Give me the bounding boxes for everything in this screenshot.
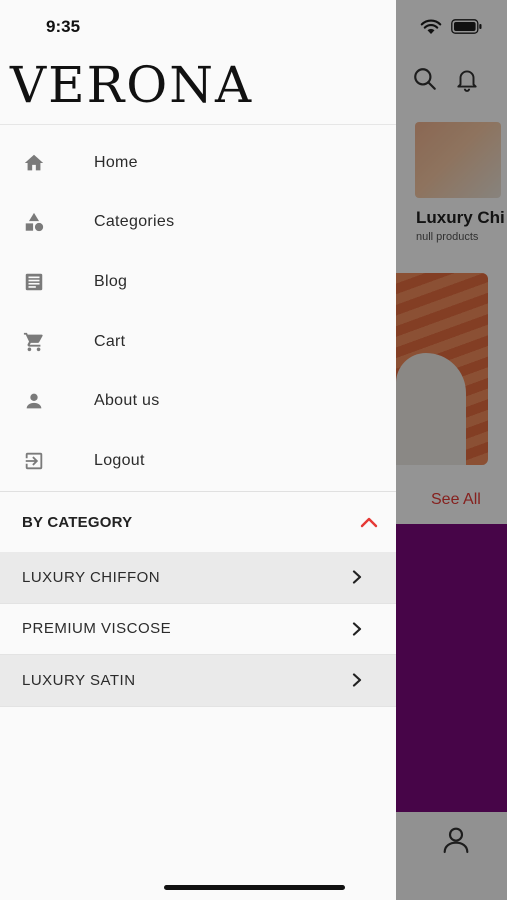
battery-icon — [451, 19, 482, 34]
nav-item-categories[interactable]: Categories — [0, 193, 396, 253]
category-item-luxury-satin[interactable]: LUXURY SATIN — [0, 655, 396, 707]
wifi-icon — [420, 19, 442, 34]
logout-icon — [25, 452, 43, 470]
nav-item-logout[interactable]: Logout — [0, 431, 396, 491]
category-label: LUXURY SATIN — [22, 671, 136, 689]
nav-label: Categories — [94, 213, 175, 231]
chevron-right-icon — [352, 673, 362, 687]
blog-icon — [25, 273, 43, 291]
drawer-nav: Home Categories Blog Cart About us Logou… — [0, 133, 396, 491]
navigation-drawer: VERONA Home Categories Blog Cart About u… — [0, 0, 396, 900]
category-item-luxury-chiffon[interactable]: LUXURY CHIFFON — [0, 552, 396, 604]
brand-logo: VERONA — [10, 56, 254, 114]
category-section-title: BY CATEGORY — [22, 513, 133, 531]
nav-item-home[interactable]: Home — [0, 133, 396, 193]
categories-icon — [25, 213, 44, 232]
nav-item-about-us[interactable]: About us — [0, 371, 396, 431]
home-icon — [24, 154, 44, 171]
nav-label: Home — [94, 153, 138, 171]
nav-label: Cart — [94, 332, 126, 350]
category-list: LUXURY CHIFFON PREMIUM VISCOSE LUXURY SA… — [0, 552, 396, 707]
divider — [0, 124, 396, 125]
nav-label: Logout — [94, 451, 145, 469]
category-label: LUXURY CHIFFON — [22, 568, 161, 586]
category-section-header[interactable]: BY CATEGORY — [0, 492, 396, 552]
chevron-right-icon — [352, 570, 362, 584]
nav-label: About us — [94, 392, 160, 410]
category-label: PREMIUM VISCOSE — [22, 620, 172, 638]
chevron-right-icon — [352, 622, 362, 636]
nav-label: Blog — [94, 272, 128, 290]
chevron-up-icon — [360, 517, 378, 528]
status-time: 9:35 — [46, 17, 81, 36]
person-icon — [26, 393, 42, 409]
cart-icon — [23, 332, 43, 351]
nav-item-cart[interactable]: Cart — [0, 312, 396, 372]
category-item-premium-viscose[interactable]: PREMIUM VISCOSE — [0, 603, 396, 655]
status-icons — [420, 17, 490, 37]
nav-item-blog[interactable]: Blog — [0, 252, 396, 312]
home-indicator[interactable] — [164, 885, 345, 890]
